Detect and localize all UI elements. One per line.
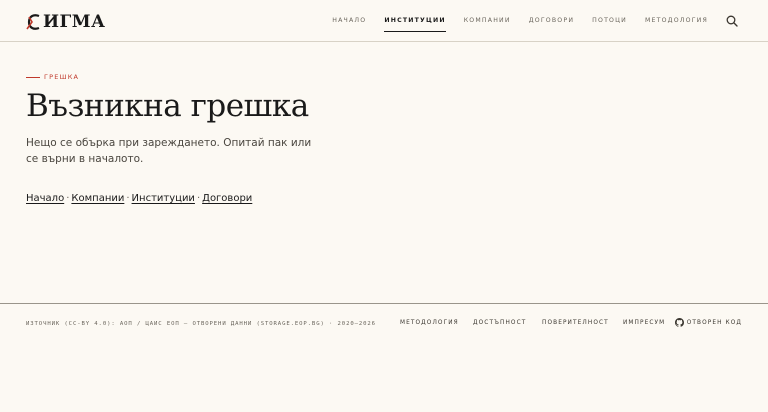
link-contracts[interactable]: Договори xyxy=(202,193,252,204)
nav-item-companies[interactable]: Компании xyxy=(464,0,511,42)
recovery-links: Начало · Компании · Институции · Договори xyxy=(26,193,252,204)
footer-link-accessibility[interactable]: Достъпност xyxy=(473,320,526,326)
data-source-note: Източник (CC-BY 4.0): АОП / ЦАИС ЕОП — о… xyxy=(26,321,376,327)
footer-link-privacy[interactable]: Поверителност xyxy=(542,320,609,326)
eyebrow-label: Грешка xyxy=(44,73,80,81)
main-nav: Начало Институции Компании Договори Пото… xyxy=(314,0,738,42)
eyebrow-rule xyxy=(26,76,40,78)
github-icon xyxy=(674,318,684,327)
github-label: Отворен код xyxy=(686,319,742,326)
error-message: Нещо се обърка при зареждането. Опитай п… xyxy=(26,137,312,165)
link-companies[interactable]: Компании xyxy=(71,193,124,204)
search-icon[interactable] xyxy=(726,15,738,27)
logo-text: ИГМА xyxy=(43,12,106,32)
link-separator: · xyxy=(196,193,201,204)
site-header: ИГМА Начало Институции Компании Договори… xyxy=(0,0,768,42)
nav-item-contracts[interactable]: Договори xyxy=(529,0,574,42)
nav-item-home[interactable]: Начало xyxy=(332,0,366,42)
nav-item-flows[interactable]: Потоци xyxy=(592,0,627,42)
footer-link-methodology[interactable]: Методология xyxy=(400,320,459,326)
link-institutions[interactable]: Институции xyxy=(132,193,195,204)
footer-link-imprint[interactable]: Импресум xyxy=(623,320,665,326)
page-title: Възникна грешка xyxy=(26,88,309,124)
nav-item-methodology[interactable]: Методология xyxy=(645,0,708,42)
link-home[interactable]: Начало xyxy=(26,193,64,204)
link-separator: · xyxy=(66,193,70,204)
github-link[interactable]: Отворен код xyxy=(674,318,742,327)
sigma-logo-icon xyxy=(26,14,40,30)
site-footer: Източник (CC-BY 4.0): АОП / ЦАИС ЕОП — о… xyxy=(0,303,768,412)
site-logo[interactable]: ИГМА xyxy=(26,12,105,32)
nav-item-institutions[interactable]: Институции xyxy=(384,0,447,42)
error-eyebrow: Грешка xyxy=(26,73,79,81)
link-separator: · xyxy=(126,193,130,204)
footer-row: Източник (CC-BY 4.0): АОП / ЦАИС ЕОП — о… xyxy=(26,318,742,330)
